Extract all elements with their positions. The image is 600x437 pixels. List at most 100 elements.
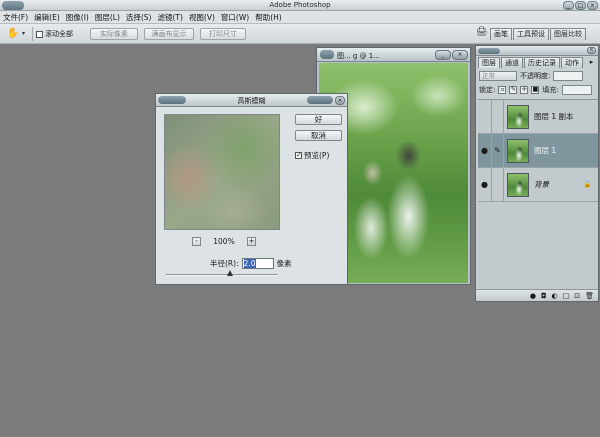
layer-thumbnail <box>507 138 529 163</box>
gaussian-blur-dialog: 高斯模糊 × - 100% + 半径(R): 2.0 像素 好 取消 ✓ 预览(… <box>155 93 348 285</box>
divider <box>32 27 33 41</box>
blend-mode-select[interactable]: 正常 <box>479 71 517 81</box>
document-minimize-button[interactable]: _ <box>435 50 451 60</box>
preview-option[interactable]: ✓ 预览(P) <box>295 150 329 161</box>
tab-brushes[interactable]: 画笔 <box>490 28 512 40</box>
palette-close-button[interactable]: × <box>587 47 596 54</box>
dialog-title-bar[interactable]: 高斯模糊 × <box>156 94 347 107</box>
menu-select[interactable]: 选择(S) <box>126 12 152 23</box>
lock-pixels-icon[interactable]: ✎ <box>509 86 518 94</box>
menu-bar: 文件(F) 编辑(E) 图像(I) 图层(L) 选择(S) 滤镜(T) 视图(V… <box>0 11 600 24</box>
hand-icon[interactable]: ✋ <box>6 28 20 40</box>
layers-palette: × 图层 通道 历史记录 动作 ▸ 正常 不透明度: 锁定: ▫ ✎ ✛ ■ 填… <box>475 45 599 302</box>
palette-well-tabs: 画笔 工具预设 图层比较 <box>490 28 586 40</box>
print-size-button[interactable]: 打印尺寸 <box>200 28 246 40</box>
tab-layer-comps[interactable]: 图层比较 <box>550 28 586 40</box>
dialog-close-button[interactable]: × <box>335 96 345 105</box>
zoom-in-button[interactable]: + <box>247 237 256 246</box>
brush-icon[interactable]: ✎ <box>492 133 504 168</box>
dialog-title-ornament-right <box>307 96 333 104</box>
layer-row-selected[interactable]: ● ✎ 图层 1 <box>478 133 598 168</box>
menu-layer[interactable]: 图层(L) <box>95 12 120 23</box>
layer-list: 图层 1 副本 ● ✎ 图层 1 ● 背景 🔒 <box>478 99 598 289</box>
radius-label: 半径(R): <box>210 258 239 268</box>
document-icon <box>320 50 334 59</box>
radius-row: 半径(R): 2.0 像素 <box>210 257 292 269</box>
layer-thumbnail <box>507 172 529 197</box>
zoom-out-button[interactable]: - <box>192 237 201 246</box>
cancel-button[interactable]: 取消 <box>295 130 342 141</box>
lock-transparency-icon[interactable]: ▫ <box>498 86 507 94</box>
title-bar: Adobe Photoshop _ □ × <box>0 0 600 11</box>
lock-label: 锁定: <box>479 86 496 94</box>
layer-row[interactable]: 图层 1 副本 <box>478 99 598 134</box>
window-controls: _ □ × <box>563 1 598 10</box>
layers-palette-footer: ● ◘ ◐ □ ⊡ 🗑 <box>476 289 598 301</box>
radius-unit: 像素 <box>276 258 292 268</box>
fill-field[interactable] <box>561 85 592 95</box>
document-title: 图... g @ 1... <box>337 52 380 60</box>
radius-slider-thumb[interactable] <box>227 270 233 276</box>
tab-channels[interactable]: 通道 <box>501 57 523 68</box>
palette-well-icon[interactable]: 🖨 <box>476 27 488 40</box>
lock-icon: 🔒 <box>583 180 592 188</box>
menu-image[interactable]: 图像(I) <box>66 12 89 23</box>
new-group-icon[interactable]: □ <box>563 292 570 300</box>
filter-preview[interactable] <box>164 114 280 230</box>
lock-position-icon[interactable]: ✛ <box>520 86 529 94</box>
radius-input[interactable]: 2.0 <box>241 257 274 269</box>
zoom-value: 100% <box>213 237 235 246</box>
link-toggle[interactable] <box>492 167 504 202</box>
menu-window[interactable]: 窗口(W) <box>221 12 249 23</box>
menu-view[interactable]: 视图(V) <box>189 12 215 23</box>
menu-file[interactable]: 文件(F) <box>3 12 28 23</box>
radius-value: 2.0 <box>243 258 256 268</box>
tab-layers[interactable]: 图层 <box>478 57 500 68</box>
layer-row-background[interactable]: ● 背景 🔒 <box>478 167 598 202</box>
layer-name: 图层 1 <box>534 146 557 155</box>
layer-name: 图层 1 副本 <box>534 112 574 121</box>
tab-actions[interactable]: 动作 <box>561 57 583 68</box>
preview-checkbox[interactable]: ✓ <box>295 152 302 159</box>
link-toggle[interactable] <box>492 99 504 134</box>
opacity-label: 不透明度: <box>520 72 551 80</box>
layer-name: 背景 <box>534 180 549 189</box>
layer-thumbnail <box>507 104 529 129</box>
visibility-toggle[interactable] <box>478 99 492 134</box>
fill-label: 填充: <box>542 86 559 94</box>
eye-icon[interactable]: ● <box>478 167 492 202</box>
lock-all-icon[interactable]: ■ <box>531 86 540 94</box>
palette-menu-icon[interactable]: ▸ <box>587 58 596 67</box>
opacity-field[interactable] <box>553 71 584 81</box>
lock-row: 锁定: ▫ ✎ ✛ ■ 填充: <box>479 84 597 96</box>
menu-filter[interactable]: 滤镜(T) <box>158 12 183 23</box>
tab-history[interactable]: 历史记录 <box>524 57 560 68</box>
scroll-all-checkbox[interactable] <box>36 30 43 38</box>
maximize-button[interactable]: □ <box>575 1 586 10</box>
tool-preset-arrow-icon[interactable]: ▾ <box>22 28 25 40</box>
scroll-all-option[interactable]: 滚动全部 <box>36 29 73 39</box>
link-layers-icon[interactable]: ● <box>530 292 536 300</box>
document-title-bar[interactable]: 图... g @ 1... _ × <box>317 48 470 62</box>
menu-edit[interactable]: 编辑(E) <box>34 12 60 23</box>
ok-button[interactable]: 好 <box>295 114 342 125</box>
palette-grip <box>478 48 500 54</box>
new-layer-icon[interactable]: ⊡ <box>574 292 580 300</box>
document-close-button[interactable]: × <box>452 50 468 60</box>
radius-slider-track[interactable] <box>166 274 278 276</box>
layers-palette-tabs: 图层 通道 历史记录 动作 <box>478 57 583 68</box>
preview-zoom-controls: - 100% + <box>192 237 256 247</box>
add-mask-icon[interactable]: ◐ <box>552 292 558 300</box>
trash-icon[interactable]: 🗑 <box>585 292 594 300</box>
layers-palette-header[interactable]: × <box>476 46 598 56</box>
eye-icon[interactable]: ● <box>478 133 492 168</box>
tab-tool-presets[interactable]: 工具预设 <box>513 28 549 40</box>
close-button[interactable]: × <box>587 1 598 10</box>
add-style-icon[interactable]: ◘ <box>541 292 547 300</box>
menu-help[interactable]: 帮助(H) <box>255 12 282 23</box>
scroll-all-label: 滚动全部 <box>45 30 73 38</box>
actual-pixels-button[interactable]: 实际像素 <box>90 28 138 40</box>
fit-screen-button[interactable]: 满画布显示 <box>144 28 194 40</box>
minimize-button[interactable]: _ <box>563 1 574 10</box>
blend-row: 正常 不透明度: <box>479 70 597 82</box>
